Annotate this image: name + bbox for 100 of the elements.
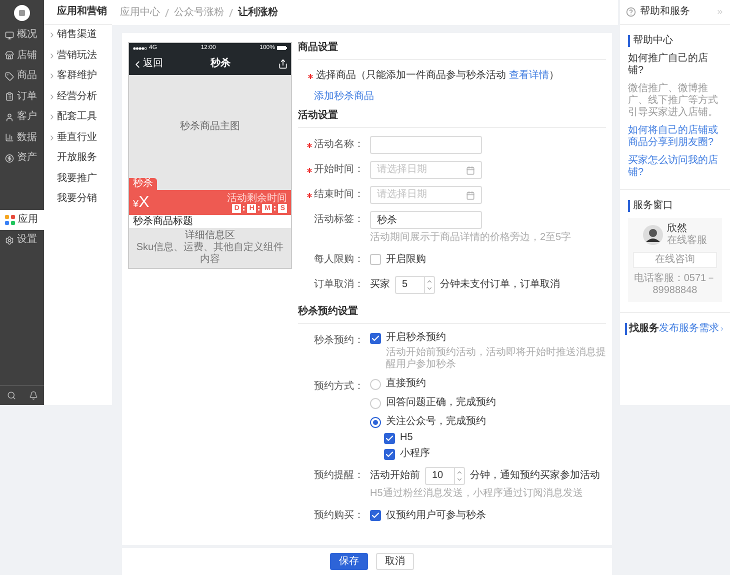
save-button[interactable]: 保存 <box>330 553 368 570</box>
hint-text: H5通过粉丝消息发送，小程序通过订阅消息发送 <box>370 488 584 500</box>
sidebar-item[interactable]: 设置 <box>0 230 44 250</box>
faq-answer: 微信推广、微博推广、线下推广等方式引导买家进入店铺。 <box>628 83 719 119</box>
sidebar-item[interactable]: 概况 <box>0 25 44 46</box>
calendar-icon <box>466 190 475 200</box>
price-text: ¥X <box>133 194 150 210</box>
suffix-text: 分钟，通知预约买家参加活动 <box>470 470 600 482</box>
promo-tag: 秒杀 <box>129 178 157 190</box>
radio-label: 关注公众号，完成预约 <box>386 416 486 428</box>
view-details-link[interactable]: 查看详情 <box>508 70 549 81</box>
phone-title: 秒杀 <box>210 58 230 70</box>
radio-button[interactable] <box>370 416 381 428</box>
required-icon <box>307 192 312 198</box>
field-label: 预约提醒： <box>313 470 364 482</box>
back-link[interactable]: 返回 <box>143 58 163 70</box>
help-link[interactable]: 买家怎么访问我的店铺? <box>628 155 722 179</box>
submenu-item[interactable]: 开放服务 <box>44 148 112 168</box>
calendar-icon <box>466 166 475 174</box>
help-center-title: 帮助中心 <box>628 35 722 47</box>
submenu-item[interactable]: 经营分析 <box>44 86 112 107</box>
sidebar-item[interactable]: 商品 <box>0 66 44 86</box>
cancel-button[interactable]: 取消 <box>376 553 414 570</box>
find-service-title: 找服务 <box>625 323 659 335</box>
clipboard-icon <box>5 92 14 102</box>
submenu-item[interactable]: 客群维护 <box>44 66 112 86</box>
service-title: 服务窗口 <box>628 200 722 212</box>
submenu-item[interactable]: 营销玩法 <box>44 46 112 66</box>
coin-icon <box>5 154 14 163</box>
increment-icon[interactable] <box>456 469 463 476</box>
submenu-item[interactable]: 销售渠道 <box>44 25 112 46</box>
checkbox[interactable] <box>370 254 381 265</box>
date-input[interactable]: 请选择日期 <box>377 189 457 201</box>
hint-text: 活动期间展示于商品详情的价格旁边，2至5字 <box>370 232 572 244</box>
prefix-text: 买家 <box>370 279 390 291</box>
bell-icon[interactable] <box>28 391 38 400</box>
submenu-item[interactable]: 配套工具 <box>44 107 112 128</box>
phone-text: 电话客服：0571－89988848 <box>633 273 717 297</box>
checkbox[interactable] <box>370 510 381 521</box>
field-label: 秒杀预约： <box>313 335 364 347</box>
chevron-right-icon <box>48 113 56 122</box>
store-icon <box>5 51 14 60</box>
required-icon <box>307 168 312 172</box>
chevron-right-icon <box>48 52 56 60</box>
select-goods-text: 选择商品（只能添加一件商品参与秒杀活动 查看详情） <box>308 70 559 82</box>
colon-icon <box>258 205 260 211</box>
date-field[interactable]: 请选择日期 <box>370 161 482 179</box>
sidebar-item[interactable]: 数据 <box>0 128 44 148</box>
slash-icon <box>229 8 233 16</box>
help-title: 帮助和服务 <box>640 6 691 18</box>
sidebar-item[interactable]: 订单 <box>0 86 44 107</box>
submenu-item[interactable]: 垂直行业 <box>44 128 112 148</box>
checkbox-label: 仅预约用户可参与秒杀 <box>386 510 486 522</box>
share-icon[interactable] <box>278 59 288 69</box>
monitor-icon <box>5 30 14 40</box>
section-title: 活动设置 <box>298 110 606 128</box>
chevron-right-icon <box>48 31 56 40</box>
apps-icon <box>5 214 15 225</box>
sidebar-item[interactable]: 店铺 <box>0 46 44 66</box>
text-field[interactable]: 秒杀 <box>370 211 482 229</box>
avatar-icon <box>643 225 663 245</box>
logo-icon[interactable] <box>14 4 30 20</box>
submenu-item[interactable]: 我要推广 <box>44 168 112 189</box>
number-field[interactable]: 10 <box>425 467 465 485</box>
field-label: 结束时间： <box>298 189 364 201</box>
checkbox[interactable] <box>384 432 395 444</box>
required-icon <box>307 142 312 148</box>
add-goods-link[interactable]: 添加秒杀商品 <box>314 91 374 103</box>
battery-icon <box>276 46 287 50</box>
sidebar-item[interactable]: 应用 <box>0 210 44 230</box>
chevron-right-icon <box>48 72 56 80</box>
increment-icon[interactable] <box>426 278 433 285</box>
publish-link[interactable]: 发布服务需求 <box>659 323 719 335</box>
decrement-icon[interactable] <box>456 476 463 483</box>
decrement-icon[interactable] <box>426 285 433 292</box>
help-icon <box>626 7 636 17</box>
date-input[interactable]: 请选择日期 <box>377 164 457 176</box>
sidebar-item[interactable]: 客户 <box>0 107 44 128</box>
suffix-text: 分钟未支付订单，订单取消 <box>440 279 560 291</box>
checkbox-label: 开启限购 <box>386 254 426 266</box>
checkbox-label: H5 <box>400 432 413 444</box>
date-field[interactable]: 请选择日期 <box>370 186 482 204</box>
number-field[interactable]: 5 <box>395 276 435 294</box>
section-title: 商品设置 <box>298 42 606 60</box>
search-icon[interactable] <box>6 391 16 400</box>
checkbox-label: 开启秒杀预约 <box>386 332 446 344</box>
checkbox[interactable] <box>384 448 395 460</box>
chevron-right-icon <box>48 134 56 142</box>
required-icon <box>308 74 313 78</box>
chevron-right-icon <box>48 92 56 101</box>
help-link[interactable]: 如何将自己的店铺或商品分享到朋友圈? <box>628 125 722 149</box>
sidebar-item[interactable]: 资产 <box>0 148 44 168</box>
text-field[interactable] <box>370 136 482 154</box>
section-title: 秒杀预约设置 <box>298 306 606 324</box>
chevron-right-icon <box>719 325 725 333</box>
faq-question: 如何推广自己的店铺? <box>628 53 709 77</box>
submenu-item[interactable]: 我要分销 <box>44 189 112 210</box>
checkbox[interactable] <box>370 332 381 344</box>
colon-icon <box>243 205 246 211</box>
field-label: 活动标签： <box>313 214 364 226</box>
